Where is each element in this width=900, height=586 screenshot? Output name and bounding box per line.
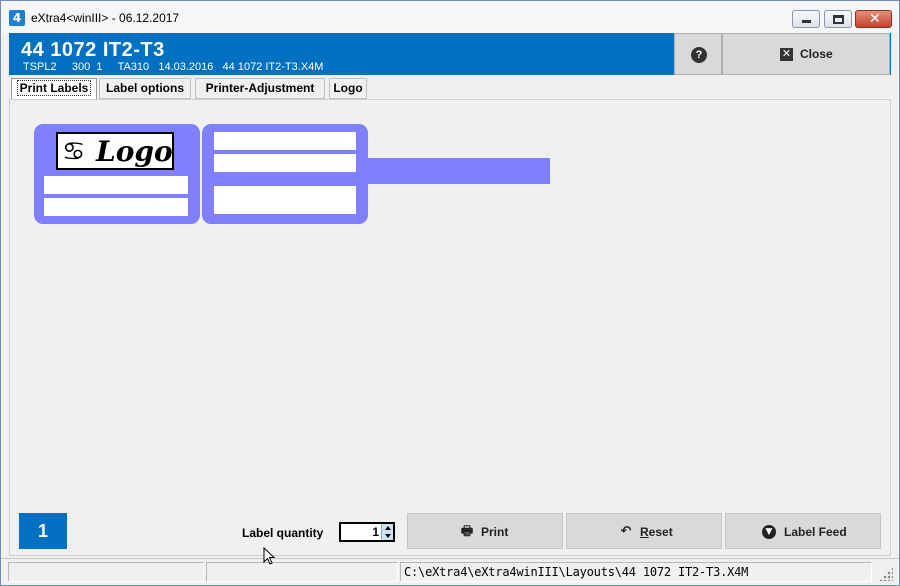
title-bar[interactable]: 4 eXtra4<winIII> - 06.12.2017 ✕ xyxy=(1,1,899,33)
label-field[interactable] xyxy=(44,176,188,194)
printer-icon: 🖶 xyxy=(460,524,474,539)
close-button-label: Close xyxy=(800,47,833,61)
close-box-icon: ✕ xyxy=(780,48,793,61)
layout-header: 44 1072 IT2-T3 TSPL2 300 1 TA310 14.03.2… xyxy=(9,33,891,75)
maximize-icon xyxy=(833,15,844,24)
app-icon[interactable]: 4 xyxy=(9,10,25,26)
page-number: 1 xyxy=(19,513,67,549)
tab-printer-adjustment[interactable]: Printer-Adjustment xyxy=(195,78,325,99)
status-cell xyxy=(8,562,204,582)
window-close-button[interactable]: ✕ xyxy=(855,10,892,28)
spin-down-icon[interactable] xyxy=(385,534,391,538)
undo-icon: ↶ xyxy=(620,524,632,539)
tab-logo[interactable]: Logo xyxy=(329,78,367,99)
layout-details: TSPL2 300 1 TA310 14.03.2016 44 1072 IT2… xyxy=(23,61,324,73)
help-button[interactable]: ? xyxy=(674,33,722,75)
layout-title: 44 1072 IT2-T3 xyxy=(21,39,165,61)
maximize-button[interactable] xyxy=(824,10,852,28)
status-bar: C:\eXtra4\eXtra4winIII\Layouts\44 1072 I… xyxy=(1,558,899,585)
label-field[interactable] xyxy=(214,132,356,150)
tab-print-labels[interactable]: Print Labels xyxy=(11,78,97,100)
logo-text: Logo xyxy=(96,135,173,168)
reset-button-label: Reset xyxy=(640,525,673,539)
resize-grip-icon[interactable] xyxy=(879,567,893,581)
close-icon: ✕ xyxy=(869,11,881,27)
label-quantity-stepper[interactable]: 1 xyxy=(339,522,395,542)
reset-label-rest: eset xyxy=(648,525,673,539)
mouse-cursor-icon xyxy=(263,547,276,565)
window-title: eXtra4<winIII> - 06.12.2017 xyxy=(31,11,180,25)
label-field[interactable] xyxy=(214,186,356,214)
logo-image: ♋ Logo xyxy=(56,132,174,170)
reset-button[interactable]: ↶ Reset xyxy=(566,513,722,549)
reset-accelerator: R xyxy=(640,525,649,539)
quantity-spin-buttons[interactable] xyxy=(381,524,393,540)
label-quantity-label: Label quantity xyxy=(242,526,324,540)
print-labels-panel: ♋ Logo xyxy=(9,99,891,556)
status-cell xyxy=(206,562,398,582)
main-window: 4 eXtra4<winIII> - 06.12.2017 ✕ 44 1072 … xyxy=(0,0,900,586)
spin-up-icon[interactable] xyxy=(385,526,391,530)
print-button-label: Print xyxy=(481,525,509,539)
tab-label-options[interactable]: Label options xyxy=(99,78,191,99)
status-cell-path: C:\eXtra4\eXtra4winIII\Layouts\44 1072 I… xyxy=(400,562,872,582)
label-quantity-value[interactable]: 1 xyxy=(341,524,379,540)
logo-symbol: ♋ xyxy=(62,137,86,167)
label-tail xyxy=(364,158,550,184)
layout-file-path: C:\eXtra4\eXtra4winIII\Layouts\44 1072 I… xyxy=(404,565,749,579)
label-field[interactable] xyxy=(214,154,356,172)
minimize-button[interactable] xyxy=(792,10,820,28)
arrow-down-circle-icon: ▼ xyxy=(762,525,776,539)
label-feed-button-label: Label Feed xyxy=(784,525,847,539)
tab-label: Print Labels xyxy=(16,80,92,96)
label-field[interactable] xyxy=(44,198,188,216)
label-feed-button[interactable]: ▼ Label Feed xyxy=(725,513,881,549)
minimize-icon xyxy=(802,20,811,23)
close-button[interactable]: ✕ Close xyxy=(722,33,890,75)
print-button[interactable]: 🖶 Print xyxy=(407,513,563,549)
label-block-right xyxy=(202,124,368,224)
question-circle-icon: ? xyxy=(691,47,707,63)
label-block-left: ♋ Logo xyxy=(34,124,200,224)
